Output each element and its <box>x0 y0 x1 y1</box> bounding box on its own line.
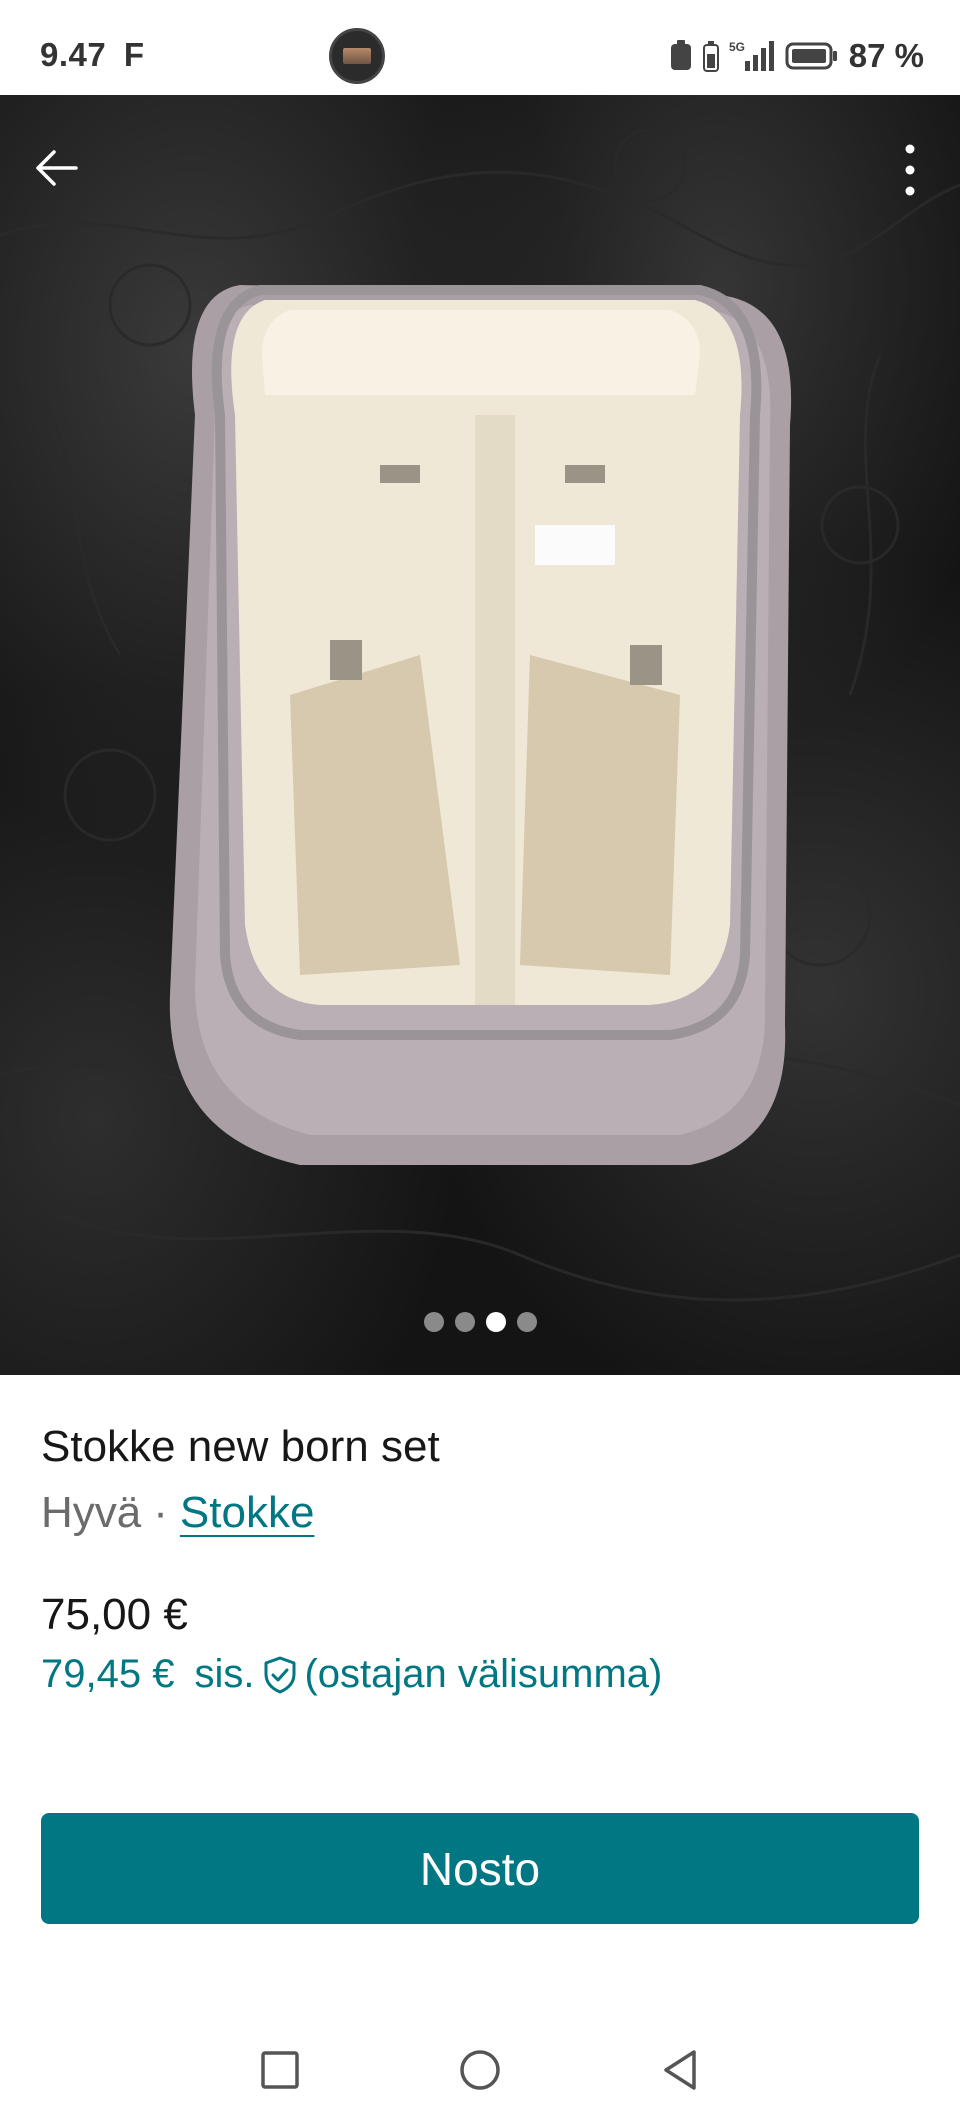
signal-5g-icon: 5G <box>729 40 774 71</box>
item-photo-carousel[interactable] <box>0 95 960 1375</box>
circle-icon <box>460 2050 500 2090</box>
brand-link[interactable]: Stokke <box>180 1488 315 1538</box>
shield-check-icon <box>262 1655 298 1695</box>
separator: · <box>153 1488 168 1537</box>
back-button[interactable] <box>28 140 84 196</box>
total-price: 79,45 € <box>41 1652 175 1696</box>
square-icon <box>261 2051 299 2089</box>
system-nav-bar <box>0 2010 960 2118</box>
carousel-indicator <box>0 1312 960 1332</box>
total-price-with-protection[interactable]: 79,45 € sis. (ostajan välisumma) <box>41 1652 662 1697</box>
notification-avatar <box>329 28 385 84</box>
battery-icon <box>785 42 837 70</box>
total-incl-label: sis. <box>194 1652 255 1696</box>
status-bar: 9.47 F 5G 87 % <box>0 0 960 95</box>
buy-button[interactable]: Nosto <box>41 1813 919 1924</box>
status-time: 9.47 F <box>40 36 145 74</box>
carousel-dot[interactable] <box>454 1312 475 1332</box>
carousel-dot[interactable] <box>423 1312 444 1332</box>
recents-button[interactable] <box>250 2040 310 2100</box>
notification-letter: F <box>123 36 145 73</box>
triangle-back-icon <box>664 2050 696 2090</box>
total-note: (ostajan välisumma) <box>304 1652 663 1696</box>
clock-text: 9.47 <box>40 36 107 73</box>
arrow-left-icon <box>36 150 78 186</box>
battery-percent: 87 % <box>848 37 924 74</box>
item-condition: Hyvä <box>41 1488 142 1537</box>
more-options-button[interactable] <box>882 137 938 203</box>
more-vertical-icon <box>905 144 915 196</box>
carousel-dot[interactable] <box>485 1312 506 1332</box>
item-photo <box>0 128 960 1302</box>
vibrate-icon <box>670 40 691 70</box>
home-button[interactable] <box>450 2040 510 2100</box>
status-icons: 5G 87 % <box>669 36 924 76</box>
item-price: 75,00 € <box>41 1590 188 1639</box>
system-back-button[interactable] <box>650 2040 710 2100</box>
svg-text:5G: 5G <box>729 40 745 54</box>
carousel-dot[interactable] <box>516 1312 537 1332</box>
item-title: Stokke new born set <box>41 1422 440 1471</box>
item-condition-brand: Hyvä · Stokke <box>41 1488 314 1538</box>
battery-saver-icon <box>702 41 719 72</box>
